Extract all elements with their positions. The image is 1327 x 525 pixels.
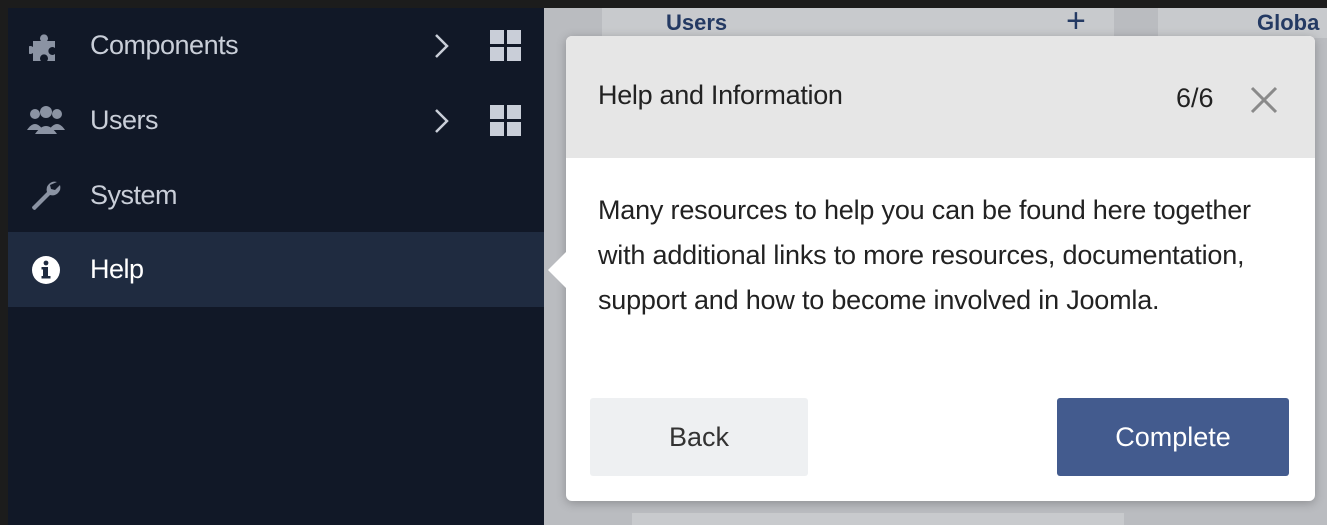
tour-popover: Help and Information 6/6 Many resources …: [548, 36, 1315, 501]
close-icon[interactable]: [1246, 82, 1282, 118]
back-button[interactable]: Back: [590, 398, 808, 476]
users-card-title: Users: [666, 10, 728, 35]
dashboard-grid-icon[interactable]: [490, 104, 522, 137]
popover-header: Help and Information 6/6: [566, 36, 1315, 158]
puzzle-icon: [26, 26, 66, 66]
global-card-title: Globa: [1257, 10, 1320, 35]
sidebar: Components Users System Help: [8, 8, 544, 525]
sidebar-item-label: System: [90, 180, 178, 210]
users-icon: [26, 101, 66, 141]
popover-body-text: Many resources to help you can be found …: [598, 195, 1251, 315]
sidebar-item-label: Users: [90, 105, 159, 135]
sidebar-item-system[interactable]: System: [8, 158, 544, 233]
dashboard-grid-icon[interactable]: [490, 29, 522, 62]
info-icon: [26, 250, 66, 290]
chevron-right-icon[interactable]: [431, 106, 453, 136]
sidebar-item-label: Components: [90, 30, 239, 60]
sidebar-item-components[interactable]: Components: [8, 8, 544, 83]
sidebar-item-users[interactable]: Users: [8, 83, 544, 158]
sidebar-item-label: Help: [90, 254, 144, 284]
complete-button[interactable]: Complete: [1057, 398, 1289, 476]
lower-card: [632, 513, 1124, 525]
tour-progress: 6/6: [1176, 83, 1214, 113]
popover-title: Help and Information: [598, 80, 843, 110]
popover-arrow: [548, 252, 566, 288]
app-frame: Components Users System Help Users + Glo…: [8, 8, 1327, 525]
wrench-icon: [26, 176, 66, 216]
chevron-right-icon[interactable]: [431, 31, 453, 61]
sidebar-item-help[interactable]: Help: [8, 232, 544, 307]
